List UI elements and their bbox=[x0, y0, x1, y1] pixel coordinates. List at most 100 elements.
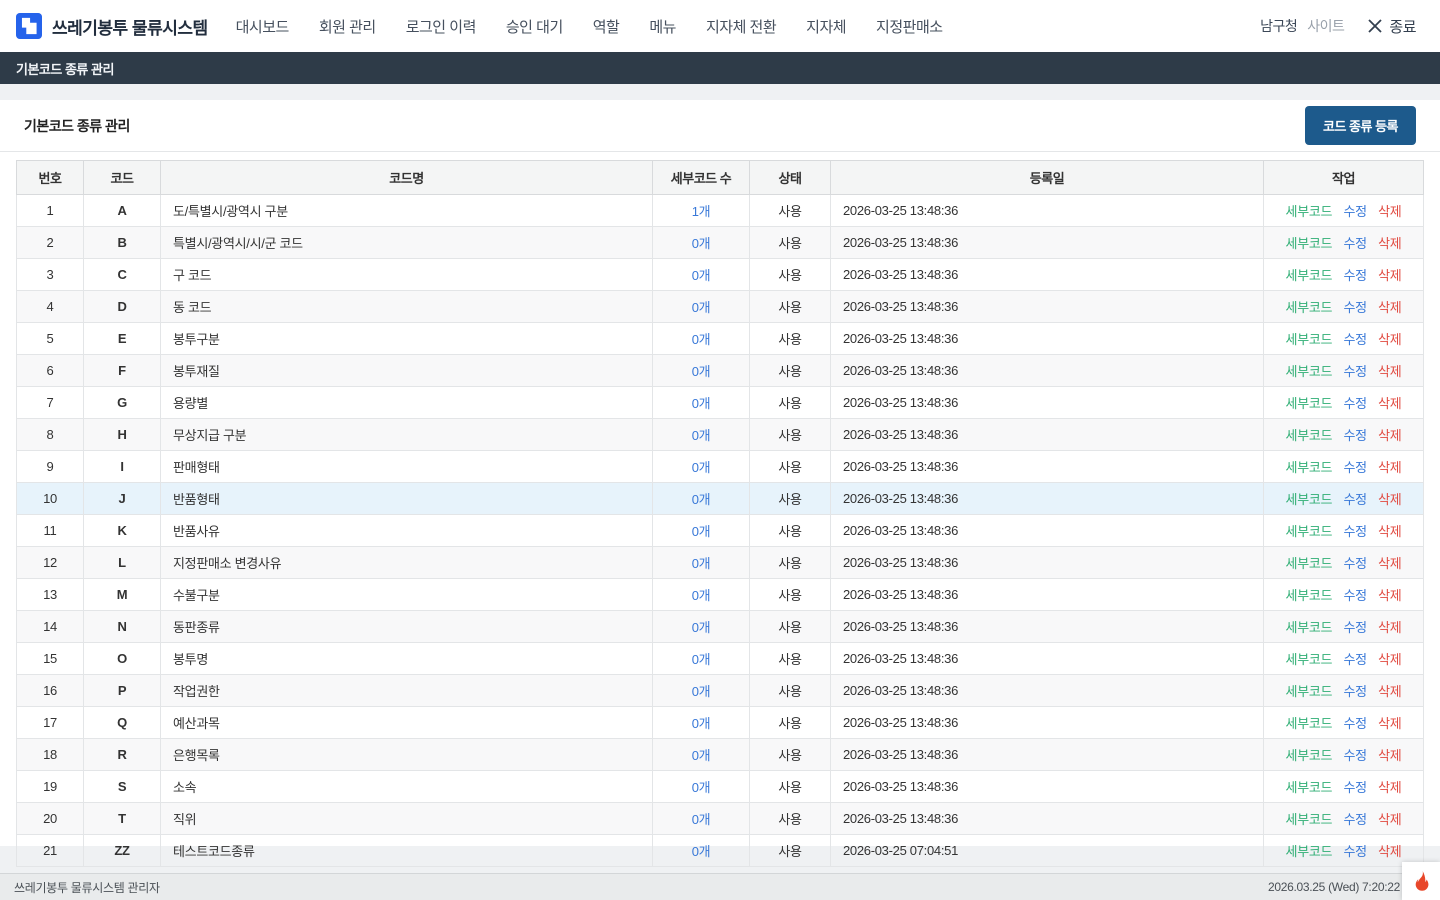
nav-item-7[interactable]: 지자체 전환 bbox=[706, 16, 776, 37]
debug-toolbar-button[interactable] bbox=[1402, 862, 1440, 900]
detail-count-link[interactable]: 0개 bbox=[692, 300, 711, 315]
detail-code-link[interactable]: 세부코드 bbox=[1286, 748, 1333, 763]
edit-link[interactable]: 수정 bbox=[1343, 332, 1366, 347]
site-link[interactable]: 사이트 bbox=[1307, 16, 1344, 36]
detail-count-link[interactable]: 0개 bbox=[692, 620, 711, 635]
delete-link[interactable]: 삭제 bbox=[1378, 204, 1401, 219]
delete-link[interactable]: 삭제 bbox=[1378, 780, 1401, 795]
delete-link[interactable]: 삭제 bbox=[1378, 652, 1401, 667]
nav-item-3[interactable]: 로그인 이력 bbox=[406, 16, 476, 37]
edit-link[interactable]: 수정 bbox=[1343, 396, 1366, 411]
detail-count-link[interactable]: 0개 bbox=[692, 364, 711, 379]
edit-link[interactable]: 수정 bbox=[1343, 652, 1366, 667]
delete-link[interactable]: 삭제 bbox=[1378, 492, 1401, 507]
edit-link[interactable]: 수정 bbox=[1343, 300, 1366, 315]
detail-code-link[interactable]: 세부코드 bbox=[1286, 844, 1333, 859]
detail-count-link[interactable]: 0개 bbox=[692, 396, 711, 411]
edit-link[interactable]: 수정 bbox=[1343, 524, 1366, 539]
detail-count-link[interactable]: 0개 bbox=[692, 460, 711, 475]
detail-code-link[interactable]: 세부코드 bbox=[1286, 524, 1333, 539]
delete-link[interactable]: 삭제 bbox=[1378, 524, 1401, 539]
detail-code-link[interactable]: 세부코드 bbox=[1286, 364, 1333, 379]
detail-count-link[interactable]: 0개 bbox=[692, 556, 711, 571]
table-row: 15 O 봉투명 0개 사용 2026-03-25 13:48:36 세부코드 … bbox=[17, 643, 1424, 675]
brand[interactable]: 쓰레기봉투 물류시스템 bbox=[16, 13, 208, 39]
register-code-type-button[interactable]: 코드 종류 등록 bbox=[1305, 106, 1416, 145]
edit-link[interactable]: 수정 bbox=[1343, 556, 1366, 571]
edit-link[interactable]: 수정 bbox=[1343, 684, 1366, 699]
edit-link[interactable]: 수정 bbox=[1343, 364, 1366, 379]
delete-link[interactable]: 삭제 bbox=[1378, 396, 1401, 411]
delete-link[interactable]: 삭제 bbox=[1378, 300, 1401, 315]
delete-link[interactable]: 삭제 bbox=[1378, 268, 1401, 283]
detail-count-link[interactable]: 0개 bbox=[692, 844, 711, 859]
delete-link[interactable]: 삭제 bbox=[1378, 556, 1401, 571]
detail-code-link[interactable]: 세부코드 bbox=[1286, 684, 1333, 699]
detail-code-link[interactable]: 세부코드 bbox=[1286, 236, 1333, 251]
edit-link[interactable]: 수정 bbox=[1343, 588, 1366, 603]
delete-link[interactable]: 삭제 bbox=[1378, 332, 1401, 347]
detail-count-link[interactable]: 0개 bbox=[692, 492, 711, 507]
nav-item-5[interactable]: 역할 bbox=[593, 16, 620, 37]
exit-button[interactable]: 종료 bbox=[1368, 16, 1416, 37]
nav-item-9[interactable]: 지정판매소 bbox=[876, 16, 943, 37]
edit-link[interactable]: 수정 bbox=[1343, 780, 1366, 795]
detail-count-link[interactable]: 0개 bbox=[692, 652, 711, 667]
detail-code-link[interactable]: 세부코드 bbox=[1286, 428, 1333, 443]
edit-link[interactable]: 수정 bbox=[1343, 492, 1366, 507]
nav-item-4[interactable]: 승인 대기 bbox=[506, 16, 563, 37]
edit-link[interactable]: 수정 bbox=[1343, 812, 1366, 827]
detail-code-link[interactable]: 세부코드 bbox=[1286, 716, 1333, 731]
edit-link[interactable]: 수정 bbox=[1343, 620, 1366, 635]
detail-code-link[interactable]: 세부코드 bbox=[1286, 620, 1333, 635]
detail-code-link[interactable]: 세부코드 bbox=[1286, 588, 1333, 603]
detail-code-link[interactable]: 세부코드 bbox=[1286, 332, 1333, 347]
detail-code-link[interactable]: 세부코드 bbox=[1286, 812, 1333, 827]
detail-code-link[interactable]: 세부코드 bbox=[1286, 300, 1333, 315]
edit-link[interactable]: 수정 bbox=[1343, 716, 1366, 731]
delete-link[interactable]: 삭제 bbox=[1378, 620, 1401, 635]
nav-item-1[interactable]: 대시보드 bbox=[236, 16, 289, 37]
edit-link[interactable]: 수정 bbox=[1343, 428, 1366, 443]
detail-code-link[interactable]: 세부코드 bbox=[1286, 268, 1333, 283]
edit-link[interactable]: 수정 bbox=[1343, 844, 1366, 859]
detail-code-link[interactable]: 세부코드 bbox=[1286, 652, 1333, 667]
detail-count-link[interactable]: 1개 bbox=[692, 204, 711, 219]
edit-link[interactable]: 수정 bbox=[1343, 204, 1366, 219]
detail-count-link[interactable]: 0개 bbox=[692, 780, 711, 795]
delete-link[interactable]: 삭제 bbox=[1378, 684, 1401, 699]
detail-code-link[interactable]: 세부코드 bbox=[1286, 780, 1333, 795]
detail-count-link[interactable]: 0개 bbox=[692, 332, 711, 347]
detail-code-link[interactable]: 세부코드 bbox=[1286, 492, 1333, 507]
detail-count-link[interactable]: 0개 bbox=[692, 716, 711, 731]
detail-count-link[interactable]: 0개 bbox=[692, 428, 711, 443]
detail-code-link[interactable]: 세부코드 bbox=[1286, 460, 1333, 475]
delete-link[interactable]: 삭제 bbox=[1378, 460, 1401, 475]
edit-link[interactable]: 수정 bbox=[1343, 748, 1366, 763]
delete-link[interactable]: 삭제 bbox=[1378, 588, 1401, 603]
detail-code-link[interactable]: 세부코드 bbox=[1286, 556, 1333, 571]
delete-link[interactable]: 삭제 bbox=[1378, 748, 1401, 763]
delete-link[interactable]: 삭제 bbox=[1378, 716, 1401, 731]
delete-link[interactable]: 삭제 bbox=[1378, 364, 1401, 379]
detail-count-link[interactable]: 0개 bbox=[692, 684, 711, 699]
detail-count-link[interactable]: 0개 bbox=[692, 236, 711, 251]
detail-count-link[interactable]: 0개 bbox=[692, 268, 711, 283]
edit-link[interactable]: 수정 bbox=[1343, 460, 1366, 475]
detail-count-link[interactable]: 0개 bbox=[692, 524, 711, 539]
cell-status: 사용 bbox=[750, 259, 831, 291]
delete-link[interactable]: 삭제 bbox=[1378, 812, 1401, 827]
detail-count-link[interactable]: 0개 bbox=[692, 748, 711, 763]
edit-link[interactable]: 수정 bbox=[1343, 268, 1366, 283]
detail-count-link[interactable]: 0개 bbox=[692, 812, 711, 827]
nav-item-2[interactable]: 회원 관리 bbox=[319, 16, 376, 37]
detail-count-link[interactable]: 0개 bbox=[692, 588, 711, 603]
edit-link[interactable]: 수정 bbox=[1343, 236, 1366, 251]
delete-link[interactable]: 삭제 bbox=[1378, 844, 1401, 859]
nav-item-6[interactable]: 메뉴 bbox=[649, 16, 676, 37]
nav-item-8[interactable]: 지자체 bbox=[806, 16, 846, 37]
delete-link[interactable]: 삭제 bbox=[1378, 236, 1401, 251]
detail-code-link[interactable]: 세부코드 bbox=[1286, 204, 1333, 219]
detail-code-link[interactable]: 세부코드 bbox=[1286, 396, 1333, 411]
delete-link[interactable]: 삭제 bbox=[1378, 428, 1401, 443]
